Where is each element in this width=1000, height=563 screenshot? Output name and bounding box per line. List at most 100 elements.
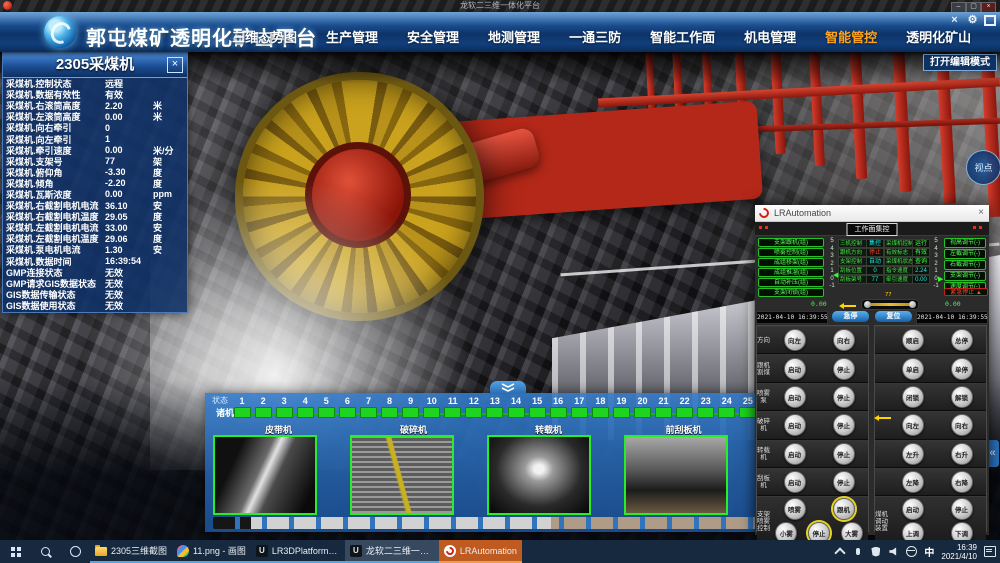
camera-thumbnail[interactable] xyxy=(213,435,317,515)
channel-indicator[interactable]: 23 xyxy=(697,396,715,422)
taskbar-app[interactable]: 龙软二三维一体化... xyxy=(345,540,439,563)
group-button[interactable]: 成组移架(组) xyxy=(758,258,824,267)
control-button[interactable]: 左升 xyxy=(902,443,924,465)
channel-indicator[interactable]: 18 xyxy=(591,396,609,422)
group-button[interactable]: 自动补压(组) xyxy=(758,278,824,287)
control-button[interactable]: 喷雾 xyxy=(784,498,806,520)
control-button[interactable]: 顺启 xyxy=(902,329,924,351)
network-tray-icon[interactable] xyxy=(906,545,917,559)
lr-titlebar[interactable]: LRAutomation × xyxy=(755,205,989,222)
panel-header[interactable]: 2305采煤机 × xyxy=(3,53,187,78)
control-button[interactable]: 停止 xyxy=(833,358,855,380)
control-button[interactable]: 启动 xyxy=(784,358,806,380)
channel-indicator[interactable]: 2 xyxy=(254,396,272,422)
edit-mode-button[interactable]: 打开编辑模式 xyxy=(923,54,997,71)
tray-expand-button[interactable] xyxy=(834,545,845,559)
channel-indicator[interactable]: 10 xyxy=(423,396,441,422)
nav-item[interactable]: 生产管理 xyxy=(326,27,378,47)
channel-indicator[interactable]: 6 xyxy=(338,396,356,422)
control-button[interactable]: 闭锁 xyxy=(902,386,924,408)
channel-indicator[interactable]: 24 xyxy=(718,396,736,422)
channel-indicator[interactable]: 5 xyxy=(317,396,335,422)
estop-quick-button[interactable]: 急停 xyxy=(832,311,869,322)
gear-icon[interactable]: ⚙ xyxy=(966,14,979,27)
control-button[interactable]: 停止 xyxy=(833,414,855,436)
channel-indicator[interactable]: 21 xyxy=(655,396,673,422)
channel-indicator[interactable]: 11 xyxy=(444,396,462,422)
group-button[interactable]: 成组推溜(组) xyxy=(758,268,824,277)
channel-indicator[interactable]: 15 xyxy=(528,396,546,422)
close-icon[interactable]: × xyxy=(167,57,183,73)
control-button[interactable]: 向左 xyxy=(784,329,806,351)
control-button[interactable]: 向左 xyxy=(902,414,924,436)
group-button[interactable]: 喷雾控制(组) xyxy=(758,248,824,257)
nav-item[interactable]: 安全管理 xyxy=(407,27,459,47)
taskbar-app[interactable]: 11.png - 画图 xyxy=(172,540,251,563)
nav-item[interactable]: 机电管理 xyxy=(744,27,796,47)
emergency-stop-button[interactable]: 紧急停止 ▲ xyxy=(944,288,988,296)
control-button[interactable]: 向右 xyxy=(833,329,855,351)
window-mode-icon[interactable] xyxy=(984,15,996,26)
channel-indicator[interactable]: 14 xyxy=(507,396,525,422)
control-button[interactable]: 启动 xyxy=(902,498,924,520)
security-tray-icon[interactable] xyxy=(870,545,881,559)
channel-indicator[interactable]: 1 xyxy=(233,396,251,422)
adjust-button[interactable]: 支架调节(-) xyxy=(944,271,986,281)
cortana-button[interactable] xyxy=(60,540,90,563)
nav-item[interactable]: 三维态势图 xyxy=(232,27,297,47)
nav-item[interactable]: 一通三防 xyxy=(569,27,621,47)
control-button[interactable]: 停止 xyxy=(833,386,855,408)
channel-indicator[interactable]: 17 xyxy=(570,396,588,422)
adjust-button[interactable]: 右截调节(-) xyxy=(944,260,986,270)
control-button[interactable]: 停止 xyxy=(833,471,855,493)
ime-indicator[interactable]: 中 xyxy=(924,544,934,559)
camera-thumbnail[interactable] xyxy=(350,435,454,515)
control-button[interactable]: 总停 xyxy=(951,329,973,351)
adjust-button[interactable]: 左截调节(-) xyxy=(944,249,986,259)
viewpoint-button[interactable]: 视点 xyxy=(966,150,1000,185)
control-button[interactable]: 单启 xyxy=(902,358,924,380)
taskbar-app[interactable]: 2305三维截图 xyxy=(90,540,172,563)
camera-thumbnail[interactable] xyxy=(487,435,591,515)
control-button-selected[interactable]: 跟机 xyxy=(833,498,855,520)
clock[interactable]: 16:39 2021/4/10 xyxy=(941,543,977,561)
control-button[interactable]: 停止 xyxy=(833,443,855,465)
control-button[interactable]: 启动 xyxy=(784,471,806,493)
channel-indicator[interactable]: 7 xyxy=(359,396,377,422)
shearer-position-widget[interactable] xyxy=(861,299,919,310)
control-button[interactable]: 右升 xyxy=(951,443,973,465)
tab-workface-control[interactable]: 工作面集控 xyxy=(847,223,898,236)
control-button[interactable]: 单停 xyxy=(951,358,973,380)
camera-thumbnail[interactable] xyxy=(624,435,728,515)
control-button[interactable]: 启动 xyxy=(784,414,806,436)
channel-indicator[interactable]: 4 xyxy=(296,396,314,422)
channel-indicator[interactable]: 3 xyxy=(275,396,293,422)
adjust-button[interactable]: 视高调节(-) xyxy=(944,238,986,248)
control-button[interactable]: 启动 xyxy=(784,386,806,408)
filmstrip-thumbnails[interactable] xyxy=(213,517,758,529)
nav-item[interactable]: 智能管控 xyxy=(825,27,877,47)
channel-indicator[interactable]: 8 xyxy=(381,396,399,422)
nav-item[interactable]: 智能工作面 xyxy=(650,27,715,47)
channel-indicator[interactable]: 19 xyxy=(612,396,630,422)
control-button[interactable]: 解锁 xyxy=(951,386,973,408)
channel-indicator[interactable]: 20 xyxy=(633,396,651,422)
search-button[interactable] xyxy=(30,540,60,563)
taskbar-app[interactable]: LR3DPlatform - U... xyxy=(251,540,345,563)
taskbar-app[interactable]: LRAutomation xyxy=(439,540,522,563)
group-button[interactable]: 支架跟机(组) xyxy=(758,238,824,247)
control-button[interactable]: 向右 xyxy=(951,414,973,436)
notification-icon[interactable] xyxy=(984,546,996,557)
nav-item[interactable]: 地测管理 xyxy=(488,27,540,47)
control-button[interactable]: 左降 xyxy=(902,471,924,493)
channel-indicator[interactable]: 22 xyxy=(676,396,694,422)
tools-icon[interactable]: × xyxy=(948,14,961,27)
channel-indicator[interactable]: 9 xyxy=(402,396,420,422)
channel-indicator[interactable]: 12 xyxy=(465,396,483,422)
group-button[interactable]: 支架闭锁(组) xyxy=(758,288,824,297)
close-icon[interactable]: × xyxy=(978,205,984,221)
control-button[interactable]: 停止 xyxy=(951,498,973,520)
channel-indicator[interactable]: 16 xyxy=(549,396,567,422)
channel-indicator[interactable]: 13 xyxy=(486,396,504,422)
nav-item[interactable]: 透明化矿山 xyxy=(906,27,971,47)
